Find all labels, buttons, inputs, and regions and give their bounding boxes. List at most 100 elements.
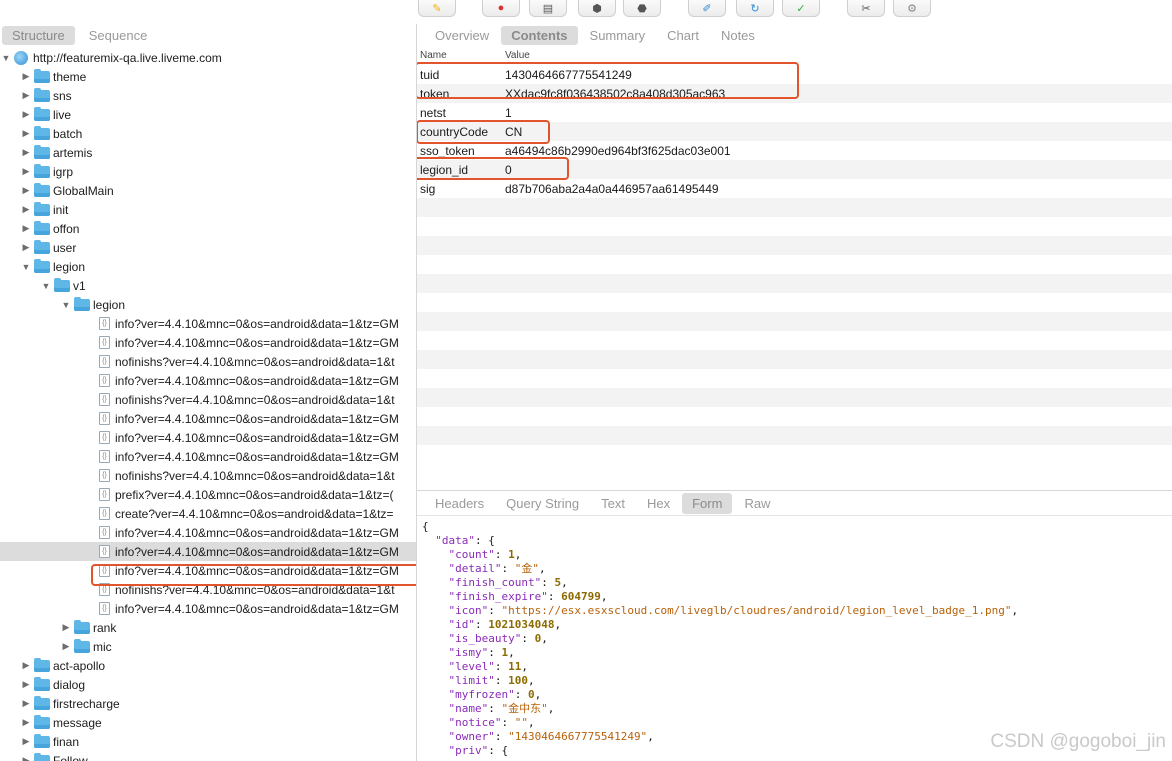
disclosure-closed-icon[interactable]: ▶ [20,109,32,121]
tree-folder[interactable]: ▶ user [0,238,416,257]
tab-text[interactable]: Text [591,493,635,514]
tree-folder[interactable]: ▶ message [0,713,416,732]
tree-item-label: nofinishs?ver=4.4.10&mnc=0&os=android&da… [115,392,395,407]
disclosure-closed-icon[interactable]: ▶ [20,166,32,178]
tree-request[interactable]: {} prefix?ver=4.4.10&mnc=0&os=android&dat… [0,485,416,504]
disclosure-closed-icon[interactable]: ▶ [20,242,32,254]
tree-item-label: offon [53,221,80,236]
tab-sequence[interactable]: Sequence [79,26,158,45]
disclosure-closed-icon[interactable]: ▶ [20,698,32,710]
throttle-button[interactable]: ▤ [529,0,567,17]
tab-raw[interactable]: Raw [734,493,780,514]
tree-request[interactable]: {} info?ver=4.4.10&mnc=0&os=android&data=… [0,333,416,352]
tree-folder[interactable]: ▶ firstrecharge [0,694,416,713]
disclosure-closed-icon[interactable]: ▶ [20,204,32,216]
tree-folder[interactable]: ▼ legion [0,257,416,276]
tree-request[interactable]: {} info?ver=4.4.10&mnc=0&os=android&data=… [0,542,416,561]
disclosure-open-icon[interactable]: ▼ [60,299,72,311]
tree-request[interactable]: {} info?ver=4.4.10&mnc=0&os=android&data=… [0,371,416,390]
tab-overview[interactable]: Overview [425,26,499,45]
tree-folder[interactable]: ▶ artemis [0,143,416,162]
disclosure-closed-icon[interactable]: ▶ [20,755,32,761]
col-value-header[interactable]: Value [505,50,530,61]
tab-contents[interactable]: Contents [501,25,578,45]
tree-request[interactable]: {} info?ver=4.4.10&mnc=0&os=android&data=… [0,447,416,466]
compose-button[interactable]: ✐ [688,0,726,17]
col-name-header[interactable]: Name [420,50,447,61]
disclosure-closed-icon[interactable]: ▶ [20,717,32,729]
disclosure-closed-icon[interactable]: ▶ [20,90,32,102]
json-file-icon: {} [99,374,110,387]
tree-folder[interactable]: ▶ dialog [0,675,416,694]
tree-folder[interactable]: ▶ theme [0,67,416,86]
json-line: "data": { [435,534,495,547]
disclosure-closed-icon[interactable]: ▶ [20,679,32,691]
json-line: "is_beauty": 0, [448,632,548,645]
disclosure-closed-icon[interactable]: ▶ [20,736,32,748]
tree-folder[interactable]: ▶ mic [0,637,416,656]
validate-button[interactable]: ✓ [782,0,820,17]
tab-hex[interactable]: Hex [637,493,680,514]
disclosure-closed-icon[interactable]: ▶ [20,147,32,159]
tab-notes[interactable]: Notes [711,26,765,45]
tree-request[interactable]: {} info?ver=4.4.10&mnc=0&os=android&data=… [0,599,416,618]
tree-item-label: artemis [53,145,93,160]
disclosure-closed-icon[interactable]: ▶ [20,128,32,140]
settings-button[interactable]: ⚙ [893,0,931,17]
tab-query-string[interactable]: Query String [496,493,589,514]
tree-item-label: firstrecharge [53,696,120,711]
tree-folder[interactable]: ▼ legion [0,295,416,314]
tree-folder[interactable]: ▶ offon [0,219,416,238]
tab-summary[interactable]: Summary [580,26,656,45]
tree-item-label: sns [53,88,72,103]
tree-folder[interactable]: ▶ igrp [0,162,416,181]
tree-folder[interactable]: ▶ init [0,200,416,219]
tree-request[interactable]: {} nofinishs?ver=4.4.10&mnc=0&os=android&… [0,352,416,371]
disclosure-closed-icon[interactable]: ▶ [20,71,32,83]
disclosure-closed-icon[interactable]: ▶ [20,223,32,235]
stop-button[interactable]: ⬣ [623,0,661,17]
highlight-tool-button[interactable]: ✎ [418,0,456,17]
tree-folder[interactable]: ▶ act-apollo [0,656,416,675]
tree-folder[interactable]: ▶ GlobalMain [0,181,416,200]
tree-folder[interactable]: ▶ finan [0,732,416,751]
json-file-icon: {} [99,469,110,482]
tab-chart[interactable]: Chart [657,26,709,45]
tree-folder[interactable]: ▶ sns [0,86,416,105]
breakpoints-button[interactable]: ⬢ [578,0,616,17]
disclosure-closed-icon[interactable]: ▶ [60,641,72,653]
tree-folder[interactable]: ▼ v1 [0,276,416,295]
disclosure-open-icon[interactable]: ▼ [40,280,52,292]
tree-request[interactable]: {} create?ver=4.4.10&mnc=0&os=android&dat… [0,504,416,523]
folder-icon [34,163,50,178]
tree-folder[interactable]: ▶ rank [0,618,416,637]
tree-request[interactable]: {} nofinishs?ver=4.4.10&mnc=0&os=android&… [0,390,416,409]
tree-item-label: message [53,715,102,730]
tools-button[interactable]: ✂ [847,0,885,17]
tree-request[interactable]: {} info?ver=4.4.10&mnc=0&os=android&data=… [0,409,416,428]
repeat-button[interactable]: ↻ [736,0,774,17]
param-row[interactable]: sig d87b706aba2a4a0a446957aa61495449 [417,179,1172,198]
disclosure-open-icon[interactable]: ▼ [0,52,12,64]
disclosure-closed-icon[interactable]: ▶ [20,660,32,672]
empty-row [417,255,1172,274]
empty-row [417,407,1172,426]
tree-folder[interactable]: ▶ batch [0,124,416,143]
tree-request[interactable]: {} info?ver=4.4.10&mnc=0&os=android&data=… [0,314,416,333]
tree-folder[interactable]: ▶ Follow [0,751,416,761]
record-button[interactable]: ● [482,0,520,17]
tree-request[interactable]: {} info?ver=4.4.10&mnc=0&os=android&data=… [0,523,416,542]
tree-request[interactable]: {} nofinishs?ver=4.4.10&mnc=0&os=android&… [0,466,416,485]
empty-row [417,350,1172,369]
tab-headers[interactable]: Headers [425,493,494,514]
param-name: netst [420,105,447,120]
tab-structure[interactable]: Structure [2,25,75,45]
disclosure-open-icon[interactable]: ▼ [20,261,32,273]
tab-form[interactable]: Form [682,492,733,514]
tree-host[interactable]: ▼ http://featuremix-qa.live.liveme.com [0,48,416,67]
disclosure-closed-icon[interactable]: ▶ [20,185,32,197]
tree-folder[interactable]: ▶ live [0,105,416,124]
disclosure-closed-icon[interactable]: ▶ [60,622,72,634]
tree-request[interactable]: {} info?ver=4.4.10&mnc=0&os=android&data=… [0,428,416,447]
